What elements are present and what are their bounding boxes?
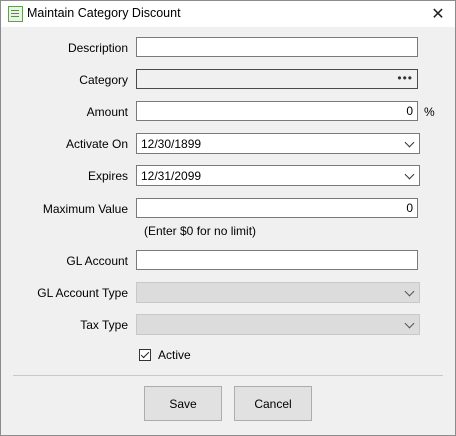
close-icon[interactable]: ✕ (421, 1, 455, 27)
maximum-value-label: Maximum Value (42, 202, 128, 216)
activate-on-datepicker[interactable]: 12/30/1899 (136, 133, 420, 154)
expires-value: 12/31/2099 (141, 169, 202, 183)
category-label: Category (79, 73, 128, 87)
expires-label: Expires (87, 169, 128, 183)
divider (13, 375, 443, 376)
activate-on-value: 12/30/1899 (141, 137, 202, 151)
chevron-down-icon[interactable] (404, 137, 415, 148)
maximum-value-input[interactable] (136, 198, 418, 218)
active-checkbox[interactable] (139, 349, 151, 361)
description-label: Description (67, 41, 128, 55)
save-button[interactable]: Save (144, 386, 222, 421)
amount-label: Amount (86, 105, 128, 119)
chevron-down-icon[interactable] (404, 318, 415, 329)
gl-account-label: GL Account (66, 254, 128, 268)
chevron-down-icon[interactable] (404, 286, 415, 297)
amount-input[interactable] (136, 101, 418, 121)
browse-icon[interactable]: ••• (397, 71, 413, 85)
title-bar[interactable]: Maintain Category Discount ✕ (1, 1, 455, 27)
amount-unit: % (424, 105, 435, 119)
activate-on-label: Activate On (65, 137, 128, 151)
tax-type-label: Tax Type (80, 318, 128, 332)
active-label[interactable]: Active (158, 348, 191, 362)
window-title: Maintain Category Discount (27, 6, 181, 20)
tax-type-select[interactable] (136, 314, 420, 335)
app-icon (8, 6, 23, 22)
description-input[interactable] (136, 37, 418, 57)
gl-account-type-label: GL Account Type (37, 286, 128, 300)
category-field[interactable]: ••• (136, 69, 418, 89)
chevron-down-icon[interactable] (404, 169, 415, 180)
gl-account-type-select[interactable] (136, 282, 420, 303)
dialog-body: Description Category ••• Amount % Activa… (1, 27, 455, 435)
maximum-value-hint: (Enter $0 for no limit) (144, 224, 257, 238)
gl-account-input[interactable] (136, 250, 418, 270)
dialog-window: Maintain Category Discount ✕ Description… (0, 0, 456, 436)
cancel-button[interactable]: Cancel (234, 386, 312, 421)
expires-datepicker[interactable]: 12/31/2099 (136, 165, 420, 186)
